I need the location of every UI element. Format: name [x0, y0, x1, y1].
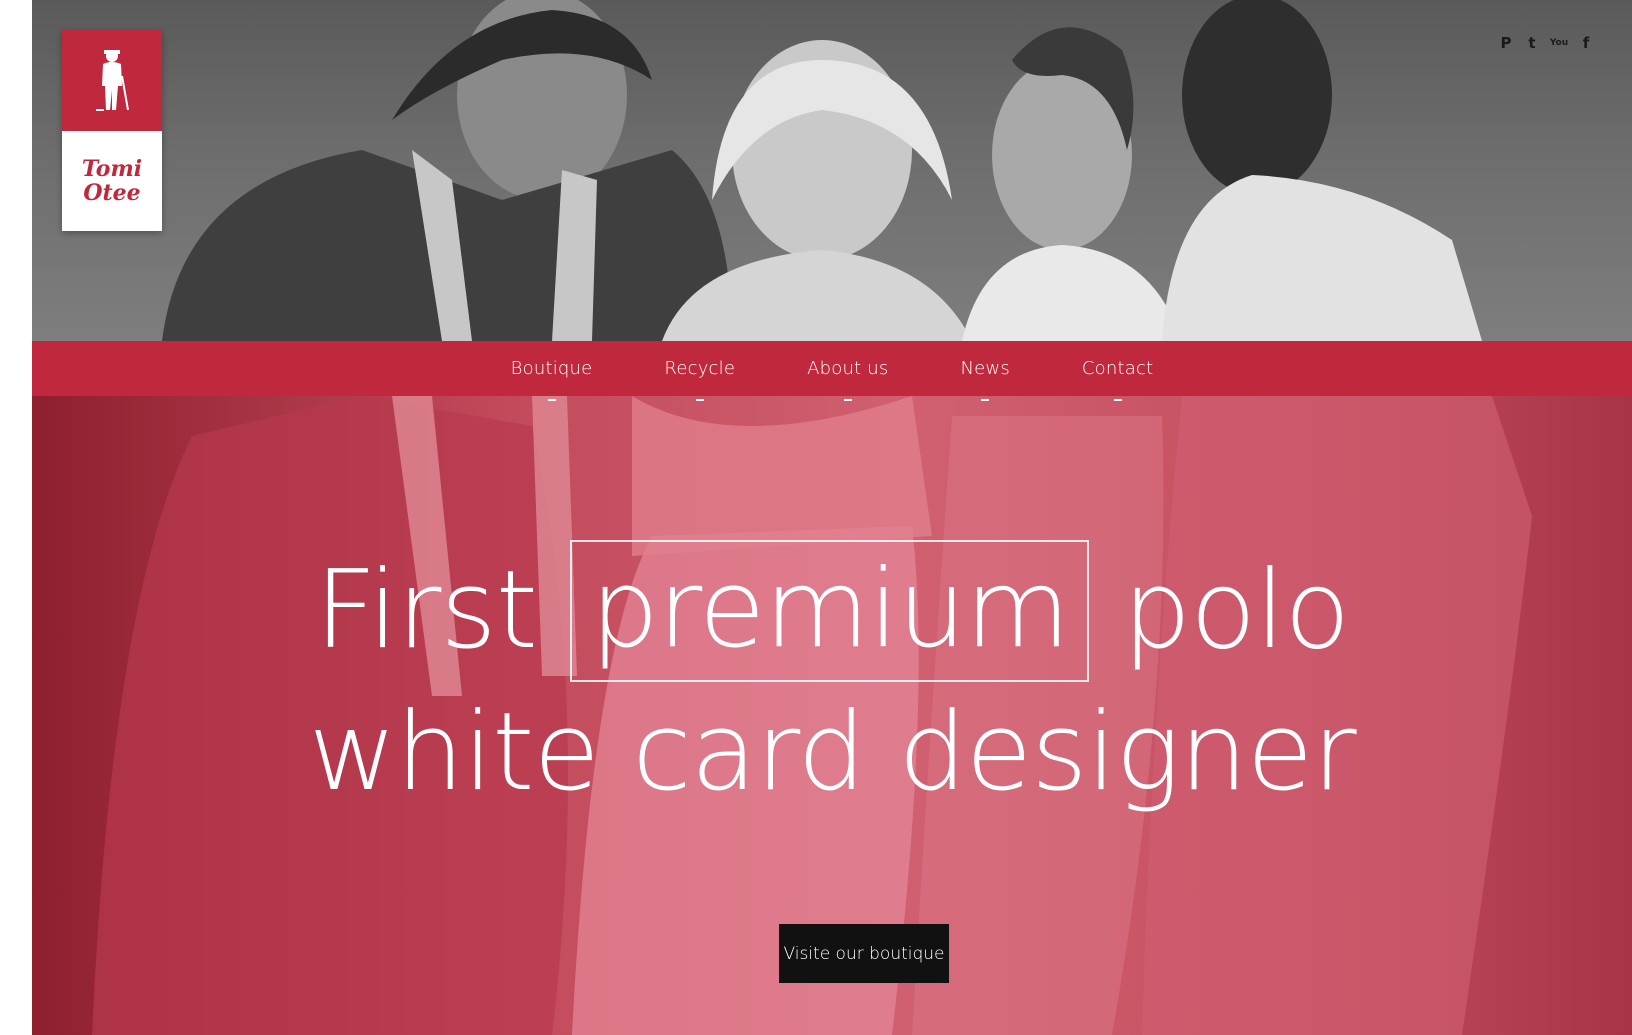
brand-name-line2: Otee — [83, 180, 141, 206]
hero-photo-top — [32, 0, 1632, 341]
brand-name-line1: Tomi — [81, 156, 143, 182]
nav-tick — [547, 399, 556, 401]
brand-name: Tomi Otee — [82, 157, 142, 205]
headline-word-first: First — [314, 548, 538, 673]
nav-tick — [695, 399, 704, 401]
golfer-icon — [62, 30, 162, 131]
twitter-icon[interactable]: t — [1524, 34, 1540, 52]
nav-tick — [843, 399, 852, 401]
facebook-icon[interactable]: f — [1578, 34, 1594, 52]
nav-item-recycle[interactable]: Recycle — [628, 358, 771, 401]
nav-item-about-us[interactable]: About us — [771, 358, 924, 401]
social-links: P t You f — [1498, 34, 1594, 52]
nav-item-label: Boutique — [510, 358, 593, 379]
brand-wordmark: Tomi Otee — [62, 131, 162, 231]
page: Tomi Otee P t You f Boutique Recycle Abo… — [32, 0, 1632, 1035]
hero-headline: First premium polo white card designer — [32, 540, 1632, 824]
nav-item-contact[interactable]: Contact — [1046, 358, 1189, 401]
nav-item-news[interactable]: News — [924, 358, 1045, 401]
nav-item-label: About us — [807, 358, 889, 379]
people-photo-illustration — [162, 0, 1482, 341]
nav-item-boutique[interactable]: Boutique — [475, 358, 629, 401]
nav-item-label: Contact — [1081, 358, 1154, 379]
nav-item-label: News — [960, 358, 1010, 379]
headline-line-1: First premium polo — [32, 540, 1632, 682]
youtube-icon[interactable]: You — [1550, 34, 1568, 52]
brand-logo[interactable]: Tomi Otee — [62, 30, 162, 231]
pinterest-icon[interactable]: P — [1498, 34, 1514, 52]
nav-tick — [981, 399, 990, 401]
headline-line-2: white card designer — [308, 690, 1356, 815]
nav-item-label: Recycle — [664, 358, 736, 379]
headline-word-premium-boxed: premium — [570, 540, 1090, 682]
visit-boutique-button[interactable]: Visite our boutique — [779, 924, 949, 983]
headline-word-polo: polo — [1122, 548, 1351, 673]
main-nav: Boutique Recycle About us News Contact — [32, 341, 1632, 401]
nav-tick — [1113, 399, 1122, 401]
